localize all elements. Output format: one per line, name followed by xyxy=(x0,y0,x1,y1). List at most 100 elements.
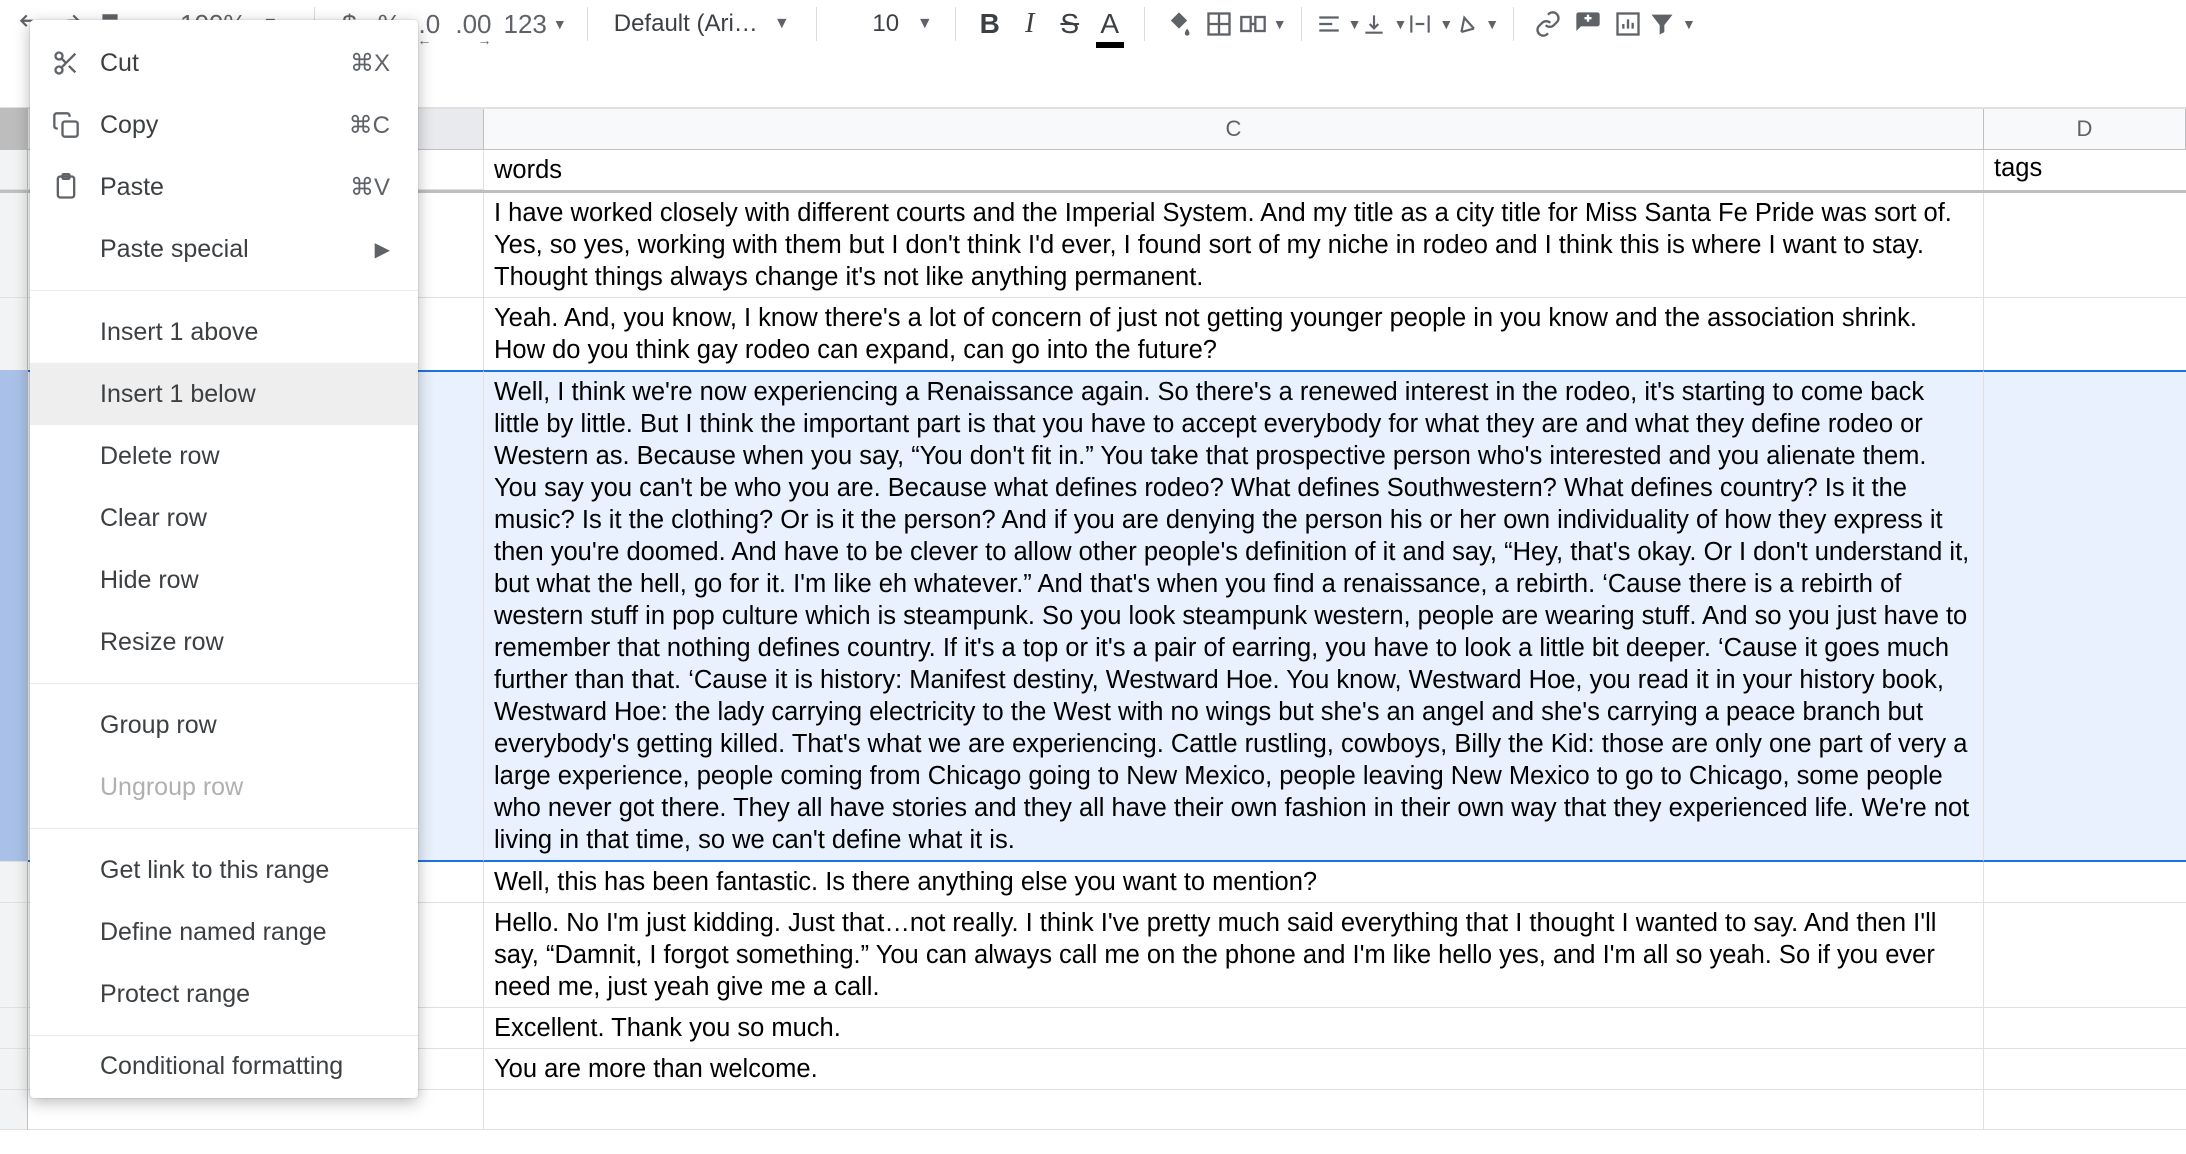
row-number[interactable] xyxy=(0,1008,28,1049)
cell-words[interactable]: Well, this has been fantastic. Is there … xyxy=(484,862,1984,903)
insert-link-button[interactable] xyxy=(1528,4,1568,44)
menu-separator xyxy=(30,683,418,684)
text-wrap-button[interactable]: ▼ xyxy=(1407,4,1453,44)
menu-separator xyxy=(30,290,418,291)
menu-clear-row[interactable]: Clear row xyxy=(30,487,418,549)
menu-shortcut: ⌘V xyxy=(350,173,390,202)
filter-button[interactable]: ▼ xyxy=(1648,4,1696,44)
cut-icon xyxy=(52,49,100,77)
cell-tags[interactable] xyxy=(1984,193,2186,298)
cell-words[interactable]: Excellent. Thank you so much. xyxy=(484,1008,1984,1049)
separator xyxy=(1144,7,1145,41)
fill-color-button[interactable] xyxy=(1159,4,1199,44)
separator xyxy=(955,7,956,41)
chevron-down-icon: ▼ xyxy=(1348,16,1362,32)
menu-label: Clear row xyxy=(100,504,390,533)
chevron-down-icon: ▼ xyxy=(1393,16,1407,32)
menu-resize-row[interactable]: Resize row xyxy=(30,611,418,673)
menu-paste-special[interactable]: Paste special ▶ xyxy=(30,218,418,280)
paste-icon xyxy=(52,173,100,201)
menu-label: Group row xyxy=(100,711,390,740)
insert-comment-button[interactable] xyxy=(1568,4,1608,44)
row-number[interactable] xyxy=(0,1049,28,1090)
menu-label: Get link to this range xyxy=(100,856,390,885)
menu-label: Cut xyxy=(100,49,350,78)
row-number[interactable] xyxy=(0,903,28,1008)
menu-define-named-range[interactable]: Define named range xyxy=(30,901,418,963)
vertical-align-button[interactable]: ▼ xyxy=(1361,4,1407,44)
borders-button[interactable] xyxy=(1199,4,1239,44)
copy-icon xyxy=(52,111,100,139)
separator xyxy=(1301,7,1302,41)
cell-words[interactable]: Well, I think we're now experiencing a R… xyxy=(484,370,1984,862)
font-family-select[interactable]: Default (Ari… ▼ xyxy=(602,4,802,44)
menu-paste[interactable]: Paste ⌘V xyxy=(30,156,418,218)
menu-label: Ungroup row xyxy=(100,773,390,802)
menu-label: Hide row xyxy=(100,566,390,595)
cell-tags[interactable] xyxy=(1984,298,2186,371)
menu-label: Protect range xyxy=(100,980,390,1009)
row-number[interactable] xyxy=(0,370,28,862)
header-tags[interactable]: tags xyxy=(1984,150,2186,190)
submenu-arrow-icon: ▶ xyxy=(375,237,390,262)
insert-chart-button[interactable] xyxy=(1608,4,1648,44)
bold-button[interactable]: B xyxy=(970,4,1010,44)
row-number[interactable] xyxy=(0,862,28,903)
menu-hide-row[interactable]: Hide row xyxy=(30,549,418,611)
menu-shortcut: ⌘C xyxy=(349,111,390,140)
cell-tags[interactable] xyxy=(1984,1049,2186,1090)
menu-label: Paste special xyxy=(100,235,375,264)
menu-conditional-formatting[interactable]: Conditional formatting xyxy=(30,1046,418,1086)
text-rotation-button[interactable]: ▼ xyxy=(1453,4,1499,44)
header-words[interactable]: words xyxy=(484,150,1984,190)
column-header-d[interactable]: D xyxy=(1984,109,2186,149)
row-number[interactable] xyxy=(0,1090,28,1130)
merge-cells-button[interactable]: ▼ xyxy=(1239,4,1287,44)
font-name: Default (Ari… xyxy=(614,10,758,38)
cell-words[interactable]: I have worked closely with different cou… xyxy=(484,193,1984,298)
font-size-select[interactable]: 10 ▼ xyxy=(831,4,941,44)
menu-delete-row[interactable]: Delete row xyxy=(30,425,418,487)
menu-separator xyxy=(30,1035,418,1036)
italic-button[interactable]: I xyxy=(1010,4,1050,44)
menu-separator xyxy=(30,828,418,829)
context-menu: Cut ⌘X Copy ⌘C Paste ⌘V Paste special ▶ … xyxy=(30,20,418,1098)
increase-decimal-button[interactable]: .00 → xyxy=(449,4,497,44)
menu-label: Copy xyxy=(100,111,349,140)
chevron-down-icon: ▼ xyxy=(1273,16,1287,32)
row-number[interactable] xyxy=(0,150,28,190)
text-color-button[interactable]: A xyxy=(1090,4,1130,44)
cell-tags[interactable] xyxy=(1984,370,2186,862)
menu-cut[interactable]: Cut ⌘X xyxy=(30,32,418,94)
row-number[interactable] xyxy=(0,298,28,371)
cell[interactable] xyxy=(1984,1090,2186,1130)
menu-label: Insert 1 below xyxy=(100,380,390,409)
cell-words[interactable]: Hello. No I'm just kidding. Just that…no… xyxy=(484,903,1984,1008)
strikethrough-button[interactable]: S xyxy=(1050,4,1090,44)
separator xyxy=(1513,7,1514,41)
cell-words[interactable]: You are more than welcome. xyxy=(484,1049,1984,1090)
menu-shortcut: ⌘X xyxy=(350,49,390,78)
cell-tags[interactable] xyxy=(1984,1008,2186,1049)
column-header-c[interactable]: C xyxy=(484,109,1984,149)
row-number[interactable] xyxy=(0,193,28,298)
menu-copy[interactable]: Copy ⌘C xyxy=(30,94,418,156)
separator xyxy=(587,7,588,41)
menu-group-row[interactable]: Group row xyxy=(30,694,418,756)
cell[interactable] xyxy=(484,1090,1984,1130)
cell-tags[interactable] xyxy=(1984,903,2186,1008)
cell-words[interactable]: Yeah. And, you know, I know there's a lo… xyxy=(484,298,1984,371)
separator xyxy=(816,7,817,41)
chevron-down-icon: ▼ xyxy=(1485,16,1499,32)
more-formats-button[interactable]: 123▼ xyxy=(498,4,573,44)
menu-insert-below[interactable]: Insert 1 below xyxy=(30,363,418,425)
menu-get-link[interactable]: Get link to this range xyxy=(30,839,418,901)
menu-label: Resize row xyxy=(100,628,390,657)
cell-tags[interactable] xyxy=(1984,862,2186,903)
menu-protect-range[interactable]: Protect range xyxy=(30,963,418,1025)
menu-ungroup-row: Ungroup row xyxy=(30,756,418,818)
menu-insert-above[interactable]: Insert 1 above xyxy=(30,301,418,363)
menu-label: Conditional formatting xyxy=(100,1052,390,1081)
chevron-down-icon: ▼ xyxy=(1682,16,1696,32)
horizontal-align-button[interactable]: ▼ xyxy=(1316,4,1362,44)
